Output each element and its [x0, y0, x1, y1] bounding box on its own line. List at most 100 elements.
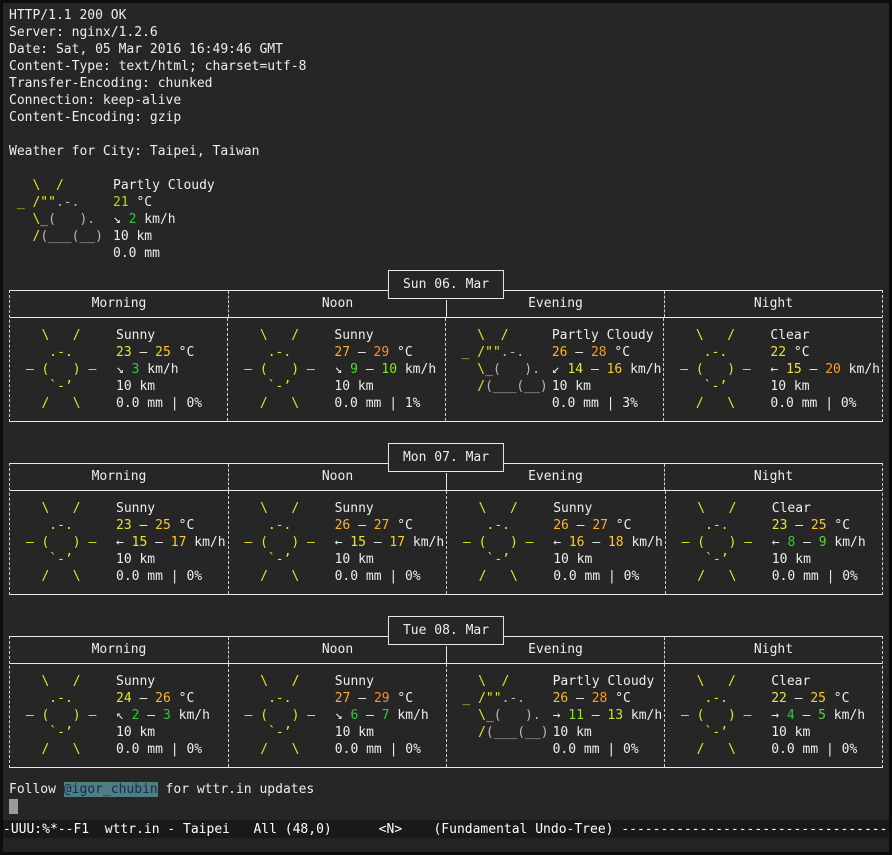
day-forecast-section: Mon 07. Mar Morning Noon Evening Night \… — [9, 463, 883, 595]
temperature-text: 22 °C — [770, 344, 880, 361]
precipitation-text: 0.0 mm | 0% — [553, 568, 663, 585]
wind-arrow-icon: ↘ — [113, 212, 129, 227]
weather-art-icon: \ / _ /"".-. \_( ). /(___(__) — [455, 673, 547, 758]
condition-text: Sunny — [116, 327, 202, 344]
weather-art-icon: \ / .-. ― ( ) ― `-’ / \ — [236, 327, 328, 412]
day-forecast-section: Sun 06. Mar Morning Noon Evening Night \… — [9, 290, 883, 422]
wind-arrow-icon: ← — [772, 535, 788, 550]
visibility-text: 10 km — [770, 378, 880, 395]
visibility-text: 10 km — [335, 551, 445, 568]
visibility-text: 10 km — [335, 724, 429, 741]
visibility-text: 10 km — [116, 551, 226, 568]
condition-text: Sunny — [335, 673, 429, 690]
date-label: Mon 07. Mar — [388, 443, 504, 472]
wind-arrow-icon: ← — [553, 535, 569, 550]
condition-text: Sunny — [553, 500, 663, 517]
current-details: Partly Cloudy 21 °C ↘ 2 km/h 10 km 0.0 m… — [113, 177, 215, 262]
condition-text: Partly Cloudy — [553, 673, 663, 690]
forecast-days: Sun 06. Mar Morning Noon Evening Night \… — [9, 290, 889, 768]
visibility-text: 10 km — [334, 378, 436, 395]
condition-text: Sunny — [334, 327, 436, 344]
wind-arrow-icon: ← — [116, 535, 132, 550]
forecast-cell-evening: \ / _ /"".-. \_( ). /(___(__) Partly Clo… — [446, 664, 665, 767]
precipitation-text: 0.0 mm | 0% — [335, 741, 429, 758]
header-night: Night — [664, 637, 882, 663]
wind-arrow-icon: ↖ — [116, 708, 132, 723]
wind-arrow-icon: ↘ — [334, 362, 350, 377]
weather-art-icon: \ / .-. ― ( ) ― `-’ / \ — [18, 500, 110, 585]
wind-text: ← 8 – 9 km/h — [772, 534, 866, 551]
twitter-handle-link[interactable]: @igor_chubin — [64, 782, 158, 797]
condition-text: Sunny — [335, 500, 445, 517]
follow-line: Follow @igor_chubin for wttr.in updates — [9, 781, 889, 798]
http-header-content-encoding: Content-Encoding: gzip — [9, 109, 889, 126]
follow-prefix: Follow — [9, 782, 64, 797]
condition-text: Sunny — [116, 673, 210, 690]
condition-text: Clear — [772, 500, 866, 517]
emacs-modeline[interactable]: -UUU:%*--F1 wttr.in - Taipei All (48,0) … — [3, 820, 889, 838]
weather-location-title: Weather for City: Taipei, Taiwan — [9, 143, 889, 160]
wind-arrow-icon: → — [553, 708, 569, 723]
forecast-row: \ / .-. ― ( ) ― `-’ / \ Sunny 23 – 25 °C… — [10, 491, 882, 594]
visibility-text: 10 km — [553, 551, 663, 568]
wind-text: ← 16 – 18 km/h — [553, 534, 663, 551]
temp-value: 21 — [113, 195, 129, 210]
text-cursor — [9, 799, 18, 814]
terminal-screen: HTTP/1.1 200 OK Server: nginx/1.2.6 Date… — [0, 0, 892, 855]
forecast-cell-evening: \ / .-. ― ( ) ― `-’ / \ Sunny 26 – 27 °C… — [446, 491, 665, 594]
visibility-text: 10 km — [553, 724, 663, 741]
temperature-text: 26 – 27 °C — [335, 517, 445, 534]
header-night: Night — [664, 291, 882, 317]
wind-text: ↖ 2 – 3 km/h — [116, 707, 210, 724]
forecast-cell-night: \ / .-. ― ( ) ― `-’ / \ Clear 22 °C ← 15… — [663, 318, 882, 421]
precipitation-text: 0.0 mm | 3% — [552, 395, 662, 412]
visibility-text: 10 km — [771, 724, 865, 741]
visibility-text: 10 km — [772, 551, 866, 568]
spacer — [9, 126, 889, 143]
wind-arrow-icon: ↘ — [335, 708, 351, 723]
temperature-text: 26 – 28 °C — [552, 344, 662, 361]
wind-text: → 11 – 13 km/h — [553, 707, 663, 724]
precipitation-text: 0.0 mm | 0% — [116, 568, 226, 585]
date-connector — [446, 300, 447, 318]
precipitation-text: 0.0 mm — [113, 245, 215, 262]
visibility-text: 10 km — [116, 378, 202, 395]
forecast-cell-noon: \ / .-. ― ( ) ― `-’ / \ Sunny 27 – 29 °C… — [228, 664, 446, 767]
date-label: Tue 08. Mar — [388, 616, 504, 645]
follow-suffix: for wttr.in updates — [158, 782, 315, 797]
weather-art-icon: \ / .-. ― ( ) ― `-’ / \ — [672, 327, 764, 412]
forecast-cell-evening: \ / _ /"".-. \_( ). /(___(__) Partly Clo… — [445, 318, 664, 421]
forecast-cell-morning: \ / .-. ― ( ) ― `-’ / \ Sunny 23 – 25 °C… — [10, 318, 227, 421]
date-connector — [446, 646, 447, 664]
wind-text: → 4 – 5 km/h — [771, 707, 865, 724]
modeline-dashes: ----------------------------------------… — [621, 822, 889, 837]
condition-text: Sunny — [116, 500, 226, 517]
wind-text: ↘ 2 km/h — [113, 211, 215, 228]
weather-art-icon: \ / .-. ― ( ) ― `-’ / \ — [18, 673, 110, 758]
precipitation-text: 0.0 mm | 0% — [771, 741, 865, 758]
http-header-content-type: Content-Type: text/html; charset=utf-8 — [9, 58, 889, 75]
temperature-text: 23 – 25 °C — [116, 344, 202, 361]
date-label: Sun 06. Mar — [388, 270, 504, 299]
wind-arrow-icon: → — [771, 708, 787, 723]
forecast-cell-night: \ / .-. ― ( ) ― `-’ / \ Clear 23 – 25 °C… — [665, 491, 882, 594]
precipitation-text: 0.0 mm | 0% — [770, 395, 880, 412]
wind-text: ← 15 – 17 km/h — [335, 534, 445, 551]
forecast-row: \ / .-. ― ( ) ― `-’ / \ Sunny 24 – 26 °C… — [10, 664, 882, 767]
forecast-cell-morning: \ / .-. ― ( ) ― `-’ / \ Sunny 23 – 25 °C… — [10, 491, 228, 594]
visibility-text: 10 km — [552, 378, 662, 395]
temperature-text: 23 – 25 °C — [772, 517, 866, 534]
header-morning: Morning — [10, 291, 228, 317]
spacer — [9, 160, 889, 177]
echo-area — [3, 838, 889, 852]
forecast-cell-noon: \ / .-. ― ( ) ― `-’ / \ Sunny 26 – 27 °C… — [228, 491, 447, 594]
precipitation-text: 0.0 mm | 0% — [335, 568, 445, 585]
weather-art-icon: \ / .-. ― ( ) ― `-’ / \ — [18, 327, 110, 412]
visibility-text: 10 km — [116, 724, 210, 741]
wind-text: ← 15 – 17 km/h — [116, 534, 226, 551]
day-forecast-section: Tue 08. Mar Morning Noon Evening Night \… — [9, 636, 883, 768]
weather-art-icon: \ / _ /"".-. \_( ). /(___(__) — [454, 327, 546, 412]
wind-text: ↘ 9 – 10 km/h — [334, 361, 436, 378]
precipitation-text: 0.0 mm | 0% — [116, 741, 210, 758]
http-status-line: HTTP/1.1 200 OK — [9, 7, 889, 24]
